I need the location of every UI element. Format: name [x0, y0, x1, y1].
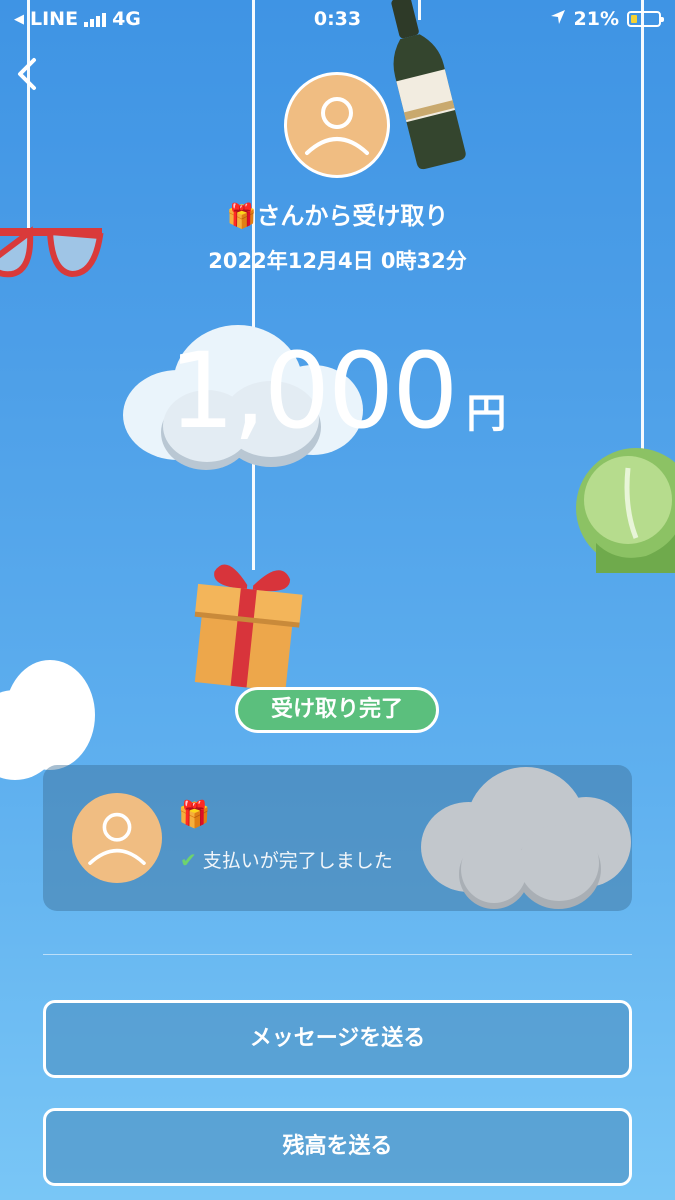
hanging-string: [252, 0, 255, 570]
amount-unit: 円: [466, 391, 507, 437]
battery-percent: 21%: [573, 8, 619, 30]
gift-icon: 🎁: [226, 202, 257, 230]
send-balance-button[interactable]: 残高を送る: [43, 1108, 632, 1186]
payment-status-text: 支払いが完了しました: [202, 850, 393, 872]
location-icon: [550, 8, 566, 30]
status-bar: ◀ LINE 4G 0:33 21%: [0, 0, 675, 40]
user-icon: [305, 97, 369, 155]
card-gift-icon: 🎁: [178, 800, 211, 830]
card-avatar: [72, 793, 162, 883]
amount-value: 1,000: [168, 330, 459, 452]
status-badge: 受け取り完了: [235, 687, 439, 733]
sender-avatar: [284, 72, 390, 178]
battery-icon: [627, 11, 664, 27]
back-button[interactable]: [12, 54, 52, 94]
received-datetime: 2022年12月4日 0時32分: [208, 249, 467, 273]
amount-display: 1,000 円: [0, 330, 675, 452]
gift-box-icon: [194, 564, 303, 692]
sender-line: 🎁さんから受け取り: [0, 196, 675, 231]
check-icon: ✔: [180, 847, 197, 872]
send-message-button[interactable]: メッセージを送る: [43, 1000, 632, 1078]
received-from-label: さんから受け取り: [256, 202, 449, 230]
cabbage-icon: [576, 448, 675, 573]
user-icon: [88, 812, 146, 865]
payment-status: ✔ 支払いが完了しました: [180, 846, 393, 873]
chevron-left-icon: [18, 58, 36, 90]
cloud-decoration: [421, 767, 631, 911]
divider: [43, 954, 632, 955]
